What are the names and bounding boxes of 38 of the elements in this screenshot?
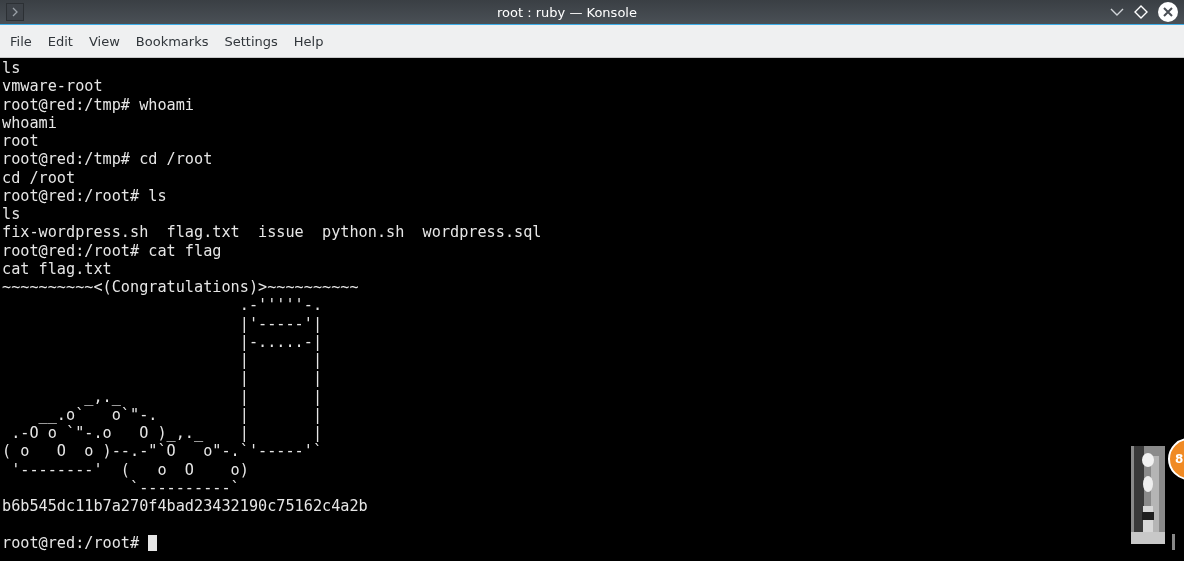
terminal-line: whoami: [2, 113, 57, 132]
terminal-line: ls: [2, 205, 21, 224]
menu-item[interactable]: Edit: [41, 33, 79, 49]
terminal-line: .-'''''-.: [238, 296, 323, 315]
terminal-line: ( o O o )--.-"`O o"-.`'-----'`: [2, 442, 323, 461]
menu-item[interactable]: File: [4, 33, 38, 49]
window-title: root : ruby — Konsole: [496, 4, 638, 20]
scrollbar-handle[interactable]: [1172, 534, 1175, 550]
shell-prompt: root@red:/root#: [2, 533, 141, 552]
terminal-line: ~~~~~~~~~~<(Congratulations)>~~~~~~~~~~: [2, 278, 359, 297]
menu-item[interactable]: Settings: [218, 33, 284, 49]
terminal-line: |-.....-|: [238, 332, 323, 351]
terminal-line: cd /root: [2, 168, 76, 187]
terminal-line: `----------`: [129, 478, 240, 497]
menu-item[interactable]: Bookmarks: [129, 33, 215, 49]
terminal-line: | |: [238, 369, 323, 388]
terminal-line: | |: [238, 351, 323, 370]
terminal-line: |'-----'|: [238, 314, 323, 333]
terminal-line: .-O o `"-.o O )_,._ | |: [10, 424, 323, 443]
terminal-line: root@red:/root# ls: [2, 186, 167, 205]
terminal-icon[interactable]: [6, 3, 24, 21]
terminal-line: ls: [2, 59, 21, 78]
terminal-line: __.o` o`"-. | |: [37, 405, 323, 424]
close-icon[interactable]: [1158, 2, 1178, 22]
terminal-line: _,._ | |: [83, 387, 323, 406]
menu-item[interactable]: Help: [287, 33, 330, 49]
terminal-line: root@red:/root# cat flag: [2, 241, 222, 260]
terminal-line: fix-wordpress.sh flag.txt issue python.sh wordpress.sql: [2, 223, 542, 242]
maximize-icon[interactable]: [1134, 5, 1148, 19]
terminal-line: cat flag.txt: [2, 259, 112, 278]
terminal-line: root@red:/tmp# cd /root: [2, 150, 213, 169]
terminal-line: root: [2, 132, 39, 151]
minimize-icon[interactable]: [1110, 7, 1124, 17]
terminal-line: vmware-root: [2, 77, 103, 96]
terminal-line: b6b545dc11b7a270f4bad23432190c75162c4a2b: [2, 497, 368, 516]
menu-item[interactable]: View: [82, 33, 126, 49]
terminal-line: '--------' ( o O o): [10, 460, 249, 479]
terminal-line: root@red:/tmp# whoami: [2, 95, 195, 114]
